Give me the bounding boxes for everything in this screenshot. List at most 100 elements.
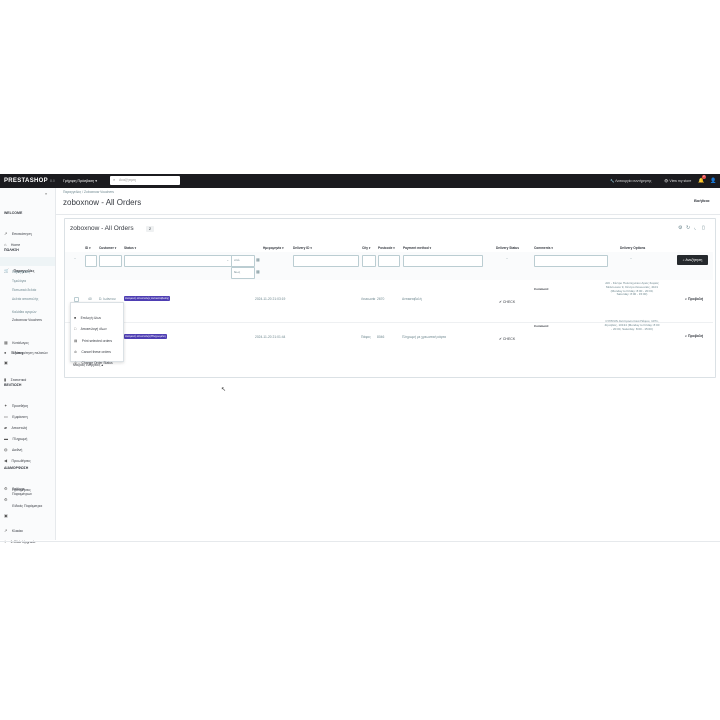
sidebar-sub-credit-slips[interactable]: Πιστωτικά δελτία xyxy=(12,288,36,292)
user-avatar-icon[interactable]: 👤 xyxy=(710,178,716,184)
card-title: zoboxnow - All Orders xyxy=(70,225,134,232)
settings-icon: ⚙ xyxy=(4,497,8,502)
sidebar-item-customer-service[interactable]: ▣ Εξυπηρέτηση πελατών xyxy=(4,351,48,369)
filter-city-input[interactable] xyxy=(362,255,376,267)
comment-label: Comment: xyxy=(534,324,549,328)
sidebar-item-orders[interactable]: 🛒 Παραγγελίες xyxy=(4,259,34,277)
column-header-id[interactable]: ID ▾ xyxy=(85,246,91,250)
delivery-address: CYPRUS Αντιπροσώπεια Πάφου, 1071, Ζηνοβί… xyxy=(604,319,660,331)
order-postcode: 2670 xyxy=(377,297,385,301)
filter-delivery-id-input[interactable] xyxy=(293,255,359,267)
filter-comments-input[interactable] xyxy=(534,255,608,267)
mouse-cursor-icon: ↖ xyxy=(221,387,227,393)
header-divider xyxy=(56,214,720,215)
check-label: CHECK xyxy=(502,337,516,341)
sidebar-welcome-header: WELCOME xyxy=(4,211,23,215)
status-badge: Αναμονή αποστολής/Πληρωμένη xyxy=(124,334,167,339)
column-header-status[interactable]: Status ▾ xyxy=(124,246,136,250)
breadcrumb[interactable]: Παραγγελίες / Zoboxnow Vouchers xyxy=(63,190,114,194)
sidebar-item-promotions[interactable]: ◀ Προωθήσεις xyxy=(4,449,31,467)
filter-dash: -- xyxy=(630,256,632,260)
column-header-payment[interactable]: Payment method ▾ xyxy=(403,246,431,250)
sidebar-sub-zoboxnow-vouchers[interactable]: Zoboxnow Vouchers xyxy=(12,318,42,322)
chat-icon: ▣ xyxy=(4,360,8,365)
sidebar-item-1click-upgrade[interactable]: ↕ 1-Click Upgrade xyxy=(4,530,36,548)
order-date: 2024-11-20 21:01:44 xyxy=(255,335,286,339)
filter-dash: -- xyxy=(74,256,76,260)
comment-label: Comment: xyxy=(534,287,549,291)
quick-access-dropdown[interactable]: Γρήγορη Πρόσβαση ▾ xyxy=(63,179,97,183)
view-order-button[interactable]: ⌕ Προβολή xyxy=(685,297,703,301)
view-store-link[interactable]: 👁 View my store xyxy=(664,179,691,183)
cart-icon: 🛒 xyxy=(4,268,9,273)
search-placeholder: Αναζήτηση xyxy=(119,178,136,182)
chevron-down-icon: ⌄ xyxy=(226,258,229,262)
maintenance-label: Λειτουργία συντήρησης xyxy=(615,179,652,183)
collapse-sidebar-icon[interactable]: « xyxy=(45,191,47,196)
delivery-address: ΑΚΙ - Κέντρο Πολυτεχνείου Αγιας Σοφίας Μ… xyxy=(605,281,659,297)
filter-payment-input[interactable] xyxy=(403,255,483,267)
status-badge: Αναμονή αποστολής Αντικαταβολής xyxy=(124,296,171,301)
prestashop-logo[interactable]: PRESTASHOP xyxy=(4,178,48,184)
column-header-postcode[interactable]: Postcode ▾ xyxy=(378,246,395,250)
sidebar-sub-invoices[interactable]: Τιμολόγια xyxy=(12,279,26,283)
sidebar-item-label: Ειδικές Παράμετροι xyxy=(12,504,43,508)
view-order-button[interactable]: ⌕ Προβολή xyxy=(685,334,703,338)
footer-divider xyxy=(0,541,720,542)
date-from-placeholder: από xyxy=(234,258,240,262)
filter-status-select[interactable]: ⌄ xyxy=(124,255,232,267)
check-delivery-button[interactable]: ✔ CHECK xyxy=(499,337,515,341)
sidebar-item-label: Εξυπηρέτηση πελατών xyxy=(12,351,48,355)
filter-postcode-input[interactable] xyxy=(378,255,400,267)
sql-icon[interactable]: ◟ xyxy=(694,225,696,231)
notification-badge: 2 xyxy=(702,175,706,179)
sidebar-item-label: Προτιμήσεις Παραμέτρων xyxy=(12,488,33,496)
bulk-actions-button[interactable]: Μαζικές ενέργειες ▴ xyxy=(73,363,103,367)
version-label: 8.0 xyxy=(50,179,55,183)
calendar-icon[interactable]: ▦ xyxy=(256,269,260,274)
column-header-delivery-id[interactable]: Delivery ID ▾ xyxy=(293,246,312,250)
gear-icon[interactable]: ⚙ xyxy=(678,225,682,231)
megaphone-icon: ◀ xyxy=(4,458,8,463)
filter-date-from-input[interactable]: από xyxy=(231,255,255,267)
check-delivery-button[interactable]: ✔ CHECK xyxy=(499,300,515,304)
page-title: zoboxnow - All Orders xyxy=(63,198,142,207)
sidebar-item-label: Στατιστικά xyxy=(10,378,27,382)
search-button[interactable]: ⌕ Αναζήτηση xyxy=(677,255,708,265)
check-label: CHECK xyxy=(502,300,516,304)
view-store-label: View my store xyxy=(669,179,692,183)
column-header-date[interactable]: Ημερομηνία ▾ xyxy=(263,246,284,250)
filter-date-to-input[interactable]: Έως xyxy=(231,267,255,279)
refresh-icon[interactable]: ↻ xyxy=(686,225,690,231)
order-city: Λευκωσία xyxy=(361,297,376,301)
column-header-city[interactable]: City ▾ xyxy=(362,246,371,250)
sidebar-item-label: Προωθήσεις xyxy=(11,459,31,463)
sidebar-sub-orders[interactable]: Παραγγελίες xyxy=(12,270,30,274)
column-header-delivery-options: Delivery Options xyxy=(620,246,646,250)
view-label: Προβολή xyxy=(687,334,704,338)
search-input[interactable]: ⌕ Αναζήτηση xyxy=(110,176,180,185)
sidebar-improve-header: ΒΕΛΤΙΩΣΗ xyxy=(4,383,22,387)
order-postcode: 8046 xyxy=(377,335,385,339)
column-header-comments[interactable]: Comments ▾ xyxy=(534,246,553,250)
settings-applications-icon: ▣ xyxy=(4,513,8,518)
column-header-customer[interactable]: Customer ▾ xyxy=(99,246,116,250)
maintenance-mode-link[interactable]: 🔧 Λειτουργία συντήρησης xyxy=(610,179,651,183)
sidebar-config-header: ΔΙΑΜΟΡΦΩΣΗ xyxy=(4,466,29,470)
sidebar-sub-carts[interactable]: Καλάθια αγορών xyxy=(12,310,36,314)
order-date: 2024-11-20 21:03:19 xyxy=(255,297,286,301)
export-icon[interactable]: ▯ xyxy=(702,225,705,231)
sidebar-item-label: Home xyxy=(10,243,21,247)
order-id: 40 xyxy=(88,297,92,301)
sidebar-sub-delivery-slips[interactable]: Δελτία αποστολής xyxy=(12,297,52,301)
view-label: Προβολή xyxy=(687,297,704,301)
search-icon: ⌕ xyxy=(113,177,116,182)
calendar-icon[interactable]: ▦ xyxy=(256,257,260,262)
filter-customer-input[interactable] xyxy=(99,255,122,267)
help-button[interactable]: Βοήθεια xyxy=(694,198,709,203)
sidebar-sell-header: ΠΩΛΗΣΗ xyxy=(4,248,19,252)
search-button-label: Αναζήτηση xyxy=(685,258,703,262)
order-city: Πάφος xyxy=(361,335,371,339)
stats-icon: ▮ xyxy=(4,377,7,382)
filter-id-input[interactable] xyxy=(85,255,97,267)
